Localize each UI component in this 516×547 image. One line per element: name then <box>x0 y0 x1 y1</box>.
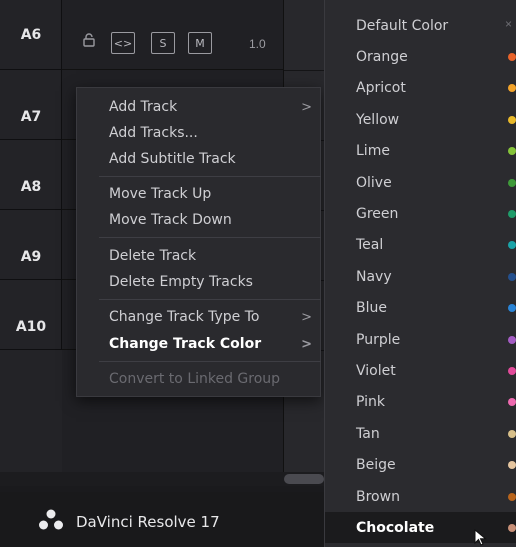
color-option-label: Blue <box>356 300 387 317</box>
color-option-label: Navy <box>356 268 392 285</box>
track-row[interactable]: A7 <box>0 70 62 140</box>
color-swatch-icon <box>508 398 516 407</box>
menu-separator <box>99 361 321 362</box>
track-row[interactable]: A8 <box>0 140 62 210</box>
menu-item-move-track-up[interactable]: Move Track Up <box>77 181 322 207</box>
color-option-label: Chocolate <box>356 519 435 536</box>
color-option-default-color[interactable]: Default Color <box>325 10 516 41</box>
menu-item-add-subtitle-track[interactable]: Add Subtitle Track <box>77 146 322 172</box>
color-option-label: Brown <box>356 488 400 505</box>
horizontal-scroll-track <box>0 472 324 486</box>
menu-item-label: Convert to Linked Group <box>109 371 281 387</box>
color-swatch-icon <box>508 304 516 313</box>
chevron-right-icon: > <box>301 336 312 352</box>
menu-item-label: Delete Track <box>109 248 197 264</box>
menu-item-move-track-down[interactable]: Move Track Down <box>77 207 322 233</box>
track-row[interactable]: A10 <box>0 280 62 350</box>
menu-item-label: Add Subtitle Track <box>109 151 236 167</box>
color-swatch-icon <box>508 429 516 438</box>
color-option-olive[interactable]: Olive <box>325 167 516 198</box>
color-swatch-icon <box>508 492 516 501</box>
color-option-blue[interactable]: Blue <box>325 293 516 324</box>
track-name: A6 <box>20 26 42 43</box>
color-swatch-icon <box>508 52 516 61</box>
davinci-resolve-logo-icon <box>39 509 63 530</box>
clip-divider <box>284 70 324 71</box>
color-option-label: Olive <box>356 174 392 191</box>
menu-item-label: Move Track Up <box>109 186 212 202</box>
menu-separator <box>99 237 321 238</box>
track-volume: 1.0 <box>249 37 266 51</box>
menu-item-delete-track[interactable]: Delete Track <box>77 243 322 269</box>
menu-item-label: Add Tracks... <box>109 125 198 141</box>
color-option-beige[interactable]: Beige <box>325 450 516 481</box>
color-swatch-icon <box>508 366 516 375</box>
color-option-label: Tan <box>356 425 380 442</box>
color-swatch-icon <box>508 523 516 532</box>
chevron-right-icon: > <box>301 309 312 325</box>
color-swatch-icon <box>508 335 516 344</box>
color-option-purple[interactable]: Purple <box>325 324 516 355</box>
track-destination-button[interactable]: <> <box>111 32 135 54</box>
lock-icon[interactable] <box>82 33 96 47</box>
menu-item-change-track-color[interactable]: Change Track Color > <box>77 331 322 357</box>
color-option-navy[interactable]: Navy <box>325 261 516 292</box>
color-option-green[interactable]: Green <box>325 198 516 229</box>
color-swatch-icon <box>508 209 516 218</box>
color-option-label: Yellow <box>356 111 400 128</box>
color-option-tan[interactable]: Tan <box>325 418 516 449</box>
solo-button[interactable]: S <box>151 32 175 54</box>
color-swatch-icon <box>508 272 516 281</box>
track-color-submenu: × Default Color Orange Apricot Yellow Lime Ol… <box>324 0 516 547</box>
color-option-lime[interactable]: Lime <box>325 136 516 167</box>
color-option-orange[interactable]: Orange <box>325 41 516 72</box>
color-option-teal[interactable]: Teal <box>325 230 516 261</box>
mute-button[interactable]: M <box>188 32 212 54</box>
color-option-label: Teal <box>356 237 384 254</box>
color-option-apricot[interactable]: Apricot <box>325 73 516 104</box>
color-option-violet[interactable]: Violet <box>325 355 516 386</box>
menu-item-label: Delete Empty Tracks <box>109 274 253 290</box>
menu-item-delete-empty-tracks[interactable]: Delete Empty Tracks <box>77 269 322 295</box>
menu-item-label: Add Track <box>109 99 178 115</box>
color-option-label: Green <box>356 205 399 222</box>
menu-separator <box>99 299 321 300</box>
menu-item-add-tracks[interactable]: Add Tracks... <box>77 120 322 146</box>
color-option-label: Default Color <box>356 17 449 34</box>
color-option-brown[interactable]: Brown <box>325 481 516 512</box>
mouse-cursor-icon <box>474 529 487 546</box>
color-swatch-icon <box>508 461 516 470</box>
menu-item-convert-linked-group: Convert to Linked Group <box>77 366 322 392</box>
menu-item-label: Move Track Down <box>109 212 232 228</box>
menu-item-label: Change Track Color <box>109 336 262 352</box>
color-option-label: Violet <box>356 362 396 379</box>
menu-item-add-track[interactable]: Add Track > <box>77 94 322 120</box>
menu-separator <box>99 176 321 177</box>
color-swatch-icon <box>508 241 516 250</box>
app-title: DaVinci Resolve 17 <box>76 513 220 531</box>
color-option-label: Beige <box>356 457 396 474</box>
track-context-menu: Add Track > Add Tracks... Add Subtitle T… <box>76 87 321 397</box>
color-swatch-icon <box>508 178 516 187</box>
color-option-label: Orange <box>356 48 408 65</box>
color-swatch-icon <box>508 115 516 124</box>
track-name: A10 <box>15 318 47 335</box>
color-swatch-icon <box>508 147 516 156</box>
color-swatch-icon <box>508 84 516 93</box>
track-row[interactable]: A9 <box>0 210 62 280</box>
chevron-right-icon: > <box>301 99 312 115</box>
scrollbar-thumb[interactable] <box>284 474 324 484</box>
menu-item-label: Change Track Type To <box>109 309 260 325</box>
menu-item-change-track-type[interactable]: Change Track Type To > <box>77 304 322 330</box>
color-option-label: Pink <box>356 394 386 411</box>
color-option-label: Apricot <box>356 80 406 97</box>
color-option-label: Lime <box>356 143 390 160</box>
color-option-label: Purple <box>356 331 401 348</box>
track-row[interactable]: A6 <box>0 0 62 70</box>
color-option-yellow[interactable]: Yellow <box>325 104 516 135</box>
color-option-pink[interactable]: Pink <box>325 387 516 418</box>
